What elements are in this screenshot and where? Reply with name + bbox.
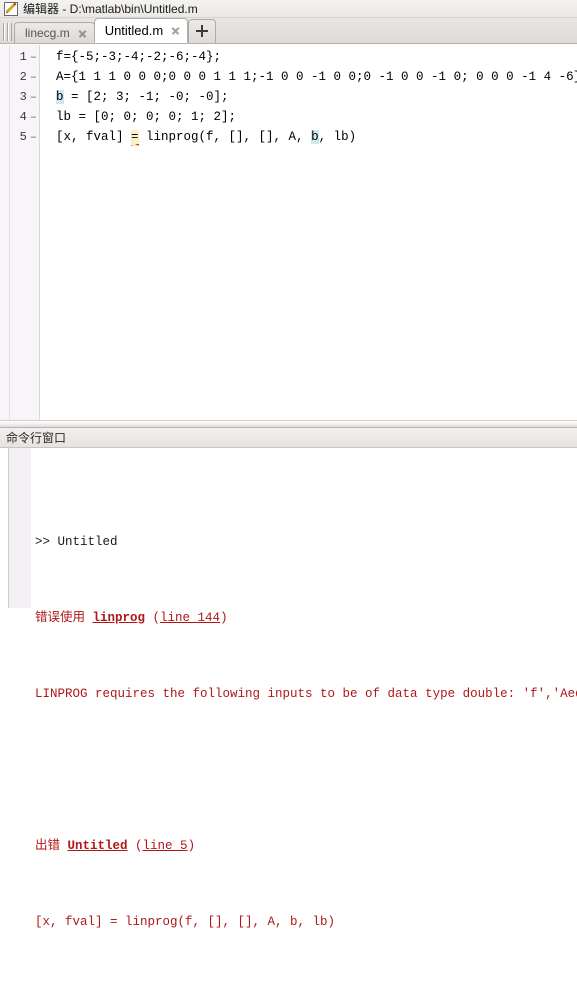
- window-title-text: 编辑器 - D:\matlab\bin\Untitled.m: [23, 2, 198, 16]
- code-line-3-rest: = [2; 3; -1; -0; -0];: [63, 90, 229, 104]
- error-prefix: 出错: [35, 839, 68, 853]
- editor-pencil-icon: [4, 1, 18, 16]
- error-function-link[interactable]: linprog: [93, 611, 146, 625]
- code-line-5-middle: linprog(f, [], [], A,: [138, 130, 312, 144]
- error-paren-close: ): [187, 839, 196, 853]
- error-line-link[interactable]: line 5: [143, 839, 188, 853]
- plus-icon[interactable]: [188, 19, 217, 43]
- highlighted-variable-b: b: [311, 130, 319, 144]
- error-paren-close: ): [220, 611, 228, 625]
- highlighted-variable-b: b: [56, 90, 64, 104]
- error-header-linprog: 错误使用 linprog (line 144): [35, 609, 577, 628]
- tab-linecg-m[interactable]: linecg.m: [14, 22, 95, 43]
- line-number: 2: [19, 70, 27, 84]
- line-number-gutter: 1 – 2 – 3 – 4 – 5 –: [10, 45, 40, 420]
- editor-pane: 1 – 2 – 3 – 4 – 5 – f={-5;-3;-4;-2;-6;-4…: [0, 45, 577, 420]
- error-prefix: 错误使用: [35, 611, 93, 625]
- assignment-warning-token[interactable]: =: [131, 130, 139, 146]
- gutter-row[interactable]: 3 –: [10, 87, 39, 107]
- code-line-5[interactable]: [x, fval] = linprog(f, [], [], A, b, lb): [56, 127, 577, 147]
- code-editing-area[interactable]: f={-5;-3;-4;-2;-6;-4}; A={1 1 1 0 0 0;0 …: [40, 45, 577, 420]
- gutter-row[interactable]: 1 –: [10, 47, 39, 67]
- command-prompt-line: >> Untitled: [35, 535, 118, 549]
- close-icon[interactable]: [77, 28, 88, 39]
- command-window-output[interactable]: >> Untitled 错误使用 linprog (line 144) LINP…: [31, 448, 577, 929]
- line-number: 4: [19, 110, 27, 124]
- line-number: 1: [19, 50, 27, 64]
- command-window-body[interactable]: >> Untitled 错误使用 linprog (line 144) LINP…: [0, 448, 577, 929]
- executable-line-marker: –: [29, 90, 37, 104]
- error-source-line: [x, fval] = linprog(f, [], [], A, b, lb): [35, 915, 336, 929]
- gutter-row[interactable]: 5 –: [10, 127, 39, 147]
- error-paren-open: (: [127, 839, 143, 853]
- executable-line-marker: –: [29, 110, 37, 124]
- tab-label: linecg.m: [25, 26, 70, 40]
- code-line-1[interactable]: f={-5;-3;-4;-2;-6;-4};: [56, 47, 577, 67]
- error-header-untitled: 出错 Untitled (line 5): [35, 837, 577, 856]
- pane-splitter[interactable]: [0, 420, 577, 428]
- window-title-bar: 编辑器 - D:\matlab\bin\Untitled.m: [0, 0, 577, 18]
- drag-grip-icon[interactable]: [3, 23, 12, 41]
- tab-untitled-m[interactable]: Untitled.m: [93, 18, 189, 43]
- tab-label: Untitled.m: [104, 23, 164, 38]
- executable-line-marker: –: [29, 50, 37, 64]
- error-message-detail: LINPROG requires the following inputs to…: [35, 687, 577, 701]
- code-line-3[interactable]: b = [2; 3; -1; -0; -0];: [56, 87, 577, 107]
- command-window-pane: 命令行窗口 >> Untitled 错误使用 linprog (line 144…: [0, 428, 577, 929]
- gutter-row[interactable]: 2 –: [10, 67, 39, 87]
- editor-tab-bar: linecg.m Untitled.m: [0, 18, 577, 44]
- error-paren-open: (: [145, 611, 161, 625]
- gutter-row[interactable]: 4 –: [10, 107, 39, 127]
- command-window-title: 命令行窗口: [0, 428, 577, 448]
- close-icon[interactable]: [170, 25, 181, 36]
- code-line-4[interactable]: lb = [0; 0; 0; 0; 1; 2];: [56, 107, 577, 127]
- line-number: 3: [19, 90, 27, 104]
- line-number: 5: [19, 130, 27, 144]
- command-window-margin-strip: [9, 448, 31, 608]
- code-line-2[interactable]: A={1 1 1 0 0 0;0 0 0 1 1 1;-1 0 0 -1 0 0…: [56, 67, 577, 87]
- executable-line-marker: –: [29, 130, 37, 144]
- breakpoint-column[interactable]: [0, 45, 10, 420]
- code-line-5-before: [x, fval]: [56, 130, 132, 144]
- executable-line-marker: –: [29, 70, 37, 84]
- error-script-link[interactable]: Untitled: [68, 839, 128, 853]
- error-line-link[interactable]: line 144: [160, 611, 220, 625]
- code-line-5-after: , lb): [318, 130, 357, 144]
- command-window-left-border: [0, 448, 9, 608]
